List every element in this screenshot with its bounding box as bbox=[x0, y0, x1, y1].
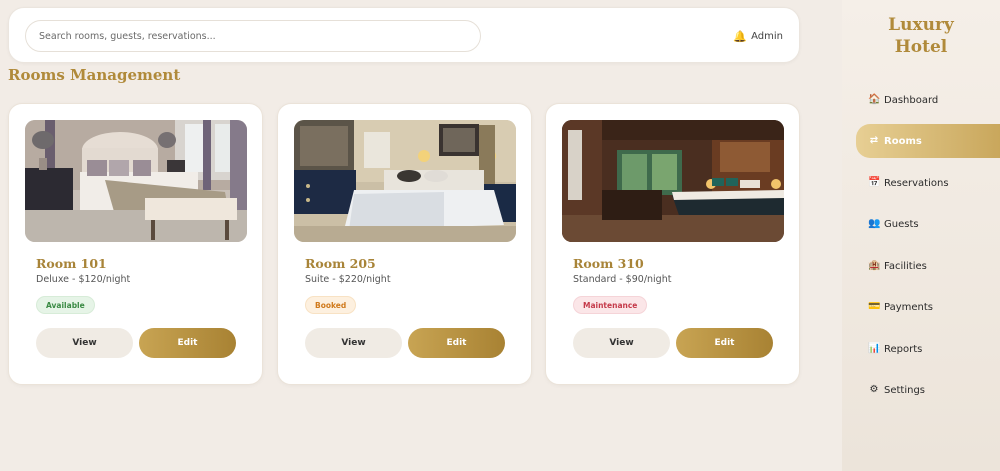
sidebar-item-label: Reservations bbox=[884, 177, 949, 189]
admin-user-menu[interactable]: 🔔 Admin bbox=[733, 29, 783, 43]
house-icon: 🏠 bbox=[868, 94, 881, 105]
sidebar-item-label: Dashboard bbox=[884, 94, 939, 106]
bell-icon[interactable]: 🔔 bbox=[733, 31, 747, 42]
room-name: Room 205 bbox=[305, 256, 376, 271]
sidebar-item-guests[interactable]: 👥 Guests bbox=[856, 207, 1000, 241]
sidebar-item-settings[interactable]: ⚙ Settings bbox=[856, 373, 1000, 407]
sidebar-item-label: Rooms bbox=[884, 135, 922, 147]
room-description: Deluxe - $120/night bbox=[36, 274, 131, 285]
status-badge: Available bbox=[36, 296, 95, 314]
calendar-icon: 📅 bbox=[868, 177, 881, 188]
brand-line-1: Luxury bbox=[888, 15, 954, 35]
room-name: Room 310 bbox=[573, 256, 644, 271]
edit-button[interactable]: Edit bbox=[408, 328, 505, 358]
bar-chart-icon: 📊 bbox=[868, 343, 881, 354]
edit-button[interactable]: Edit bbox=[676, 328, 773, 358]
room-photo bbox=[294, 120, 516, 242]
room-card: Room 205 Suite - $220/night Booked View … bbox=[277, 103, 532, 385]
room-description: Standard - $90/night bbox=[573, 274, 672, 285]
building-icon: 🏨 bbox=[868, 260, 881, 271]
brand-logo: Luxury Hotel bbox=[842, 14, 1000, 58]
edit-button[interactable]: Edit bbox=[139, 328, 236, 358]
sidebar-item-label: Guests bbox=[884, 218, 919, 230]
sidebar-item-label: Payments bbox=[884, 301, 933, 313]
swap-arrows-icon: ⇄ bbox=[869, 135, 879, 146]
sidebar: Luxury Hotel 🏠 Dashboard ⇄ Rooms 📅 Reser… bbox=[842, 0, 1000, 471]
sidebar-item-rooms[interactable]: ⇄ Rooms bbox=[856, 124, 1000, 158]
brand-line-2: Hotel bbox=[894, 37, 948, 57]
room-photo bbox=[562, 120, 784, 242]
search-input[interactable] bbox=[25, 20, 481, 52]
gear-icon: ⚙ bbox=[869, 384, 879, 395]
sidebar-item-reports[interactable]: 📊 Reports bbox=[856, 332, 1000, 366]
status-badge: Maintenance bbox=[573, 296, 648, 314]
sidebar-item-dashboard[interactable]: 🏠 Dashboard bbox=[856, 83, 1000, 117]
sidebar-item-label: Reports bbox=[884, 343, 923, 355]
room-card: Room 101 Deluxe - $120/night Available V… bbox=[8, 103, 263, 385]
credit-card-icon: 💳 bbox=[868, 301, 881, 312]
status-badge: Booked bbox=[305, 296, 357, 314]
sidebar-item-payments[interactable]: 💳 Payments bbox=[856, 290, 1000, 324]
sidebar-item-label: Facilities bbox=[884, 260, 927, 272]
page-title: Rooms Management bbox=[8, 66, 181, 84]
sidebar-item-facilities[interactable]: 🏨 Facilities bbox=[856, 249, 1000, 283]
top-bar: 🔔 Admin bbox=[8, 7, 800, 63]
sidebar-item-reservations[interactable]: 📅 Reservations bbox=[856, 166, 1000, 200]
people-icon: 👥 bbox=[868, 218, 881, 229]
main-content: 🔔 Admin Rooms Management bbox=[0, 0, 842, 471]
room-card: Room 310 Standard - $90/night Maintenanc… bbox=[545, 103, 800, 385]
sidebar-item-label: Settings bbox=[884, 384, 926, 396]
room-description: Suite - $220/night bbox=[305, 274, 391, 285]
view-button[interactable]: View bbox=[573, 328, 670, 358]
room-photo bbox=[25, 120, 247, 242]
room-name: Room 101 bbox=[36, 256, 107, 271]
view-button[interactable]: View bbox=[305, 328, 402, 358]
admin-label: Admin bbox=[751, 30, 783, 42]
view-button[interactable]: View bbox=[36, 328, 133, 358]
